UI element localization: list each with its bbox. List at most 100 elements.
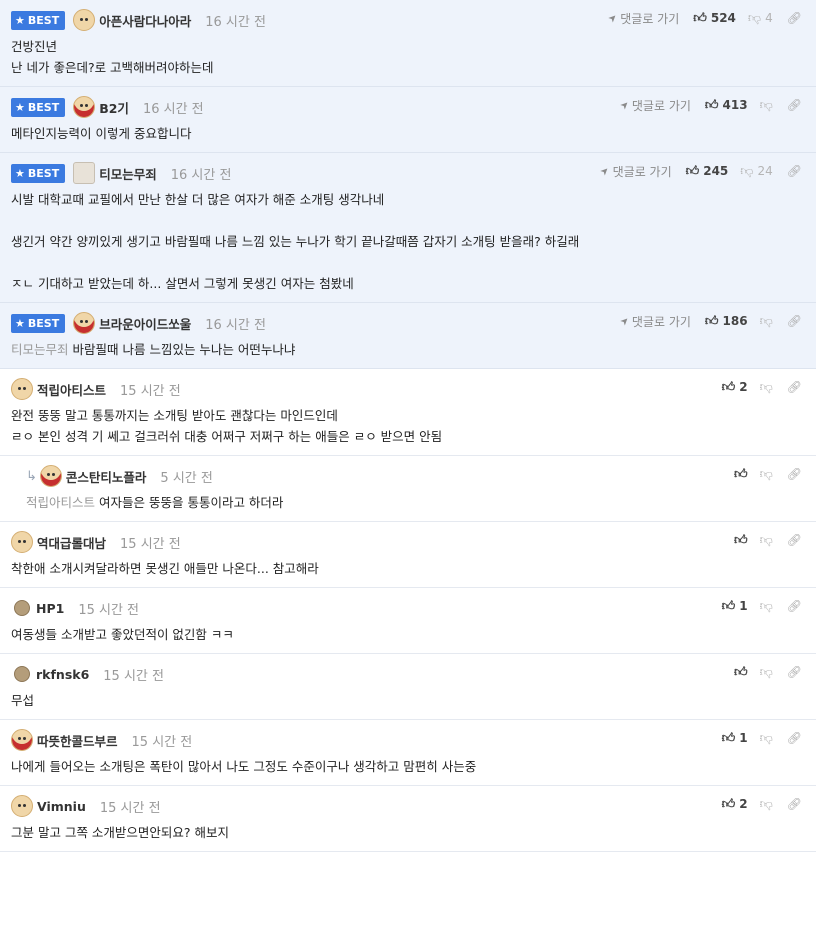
nickname[interactable]: 브라운아이드쏘울 <box>99 314 191 333</box>
comment-item: rkfnsk6 15 시간 전 👍︎ 👎︎ 🔗︎ 무섭 <box>0 654 816 720</box>
nickname[interactable]: B2기 <box>99 98 129 117</box>
avatar[interactable] <box>39 465 62 487</box>
thumbs-down-icon: 👎︎ <box>747 10 762 26</box>
nickname[interactable]: 콘스탄티노플라 <box>66 467 147 486</box>
avatar[interactable] <box>73 162 96 184</box>
comment-line: 착한애 소개시켜달라하면 못생긴 애들만 나온다... 참고해라 <box>11 561 319 576</box>
link-icon[interactable]: 🔗︎ <box>787 380 802 394</box>
comment-actions: 👍︎ 1 👎︎ 🔗︎ <box>722 729 802 747</box>
goto-reply-link[interactable]: ➤ 댓글로 가기 <box>618 97 691 114</box>
thumbs-up-icon: 👍︎ <box>693 10 707 26</box>
downvote-button[interactable]: 👎︎ <box>760 467 773 482</box>
nickname[interactable]: Vimniu <box>37 799 86 814</box>
avatar[interactable] <box>73 96 96 118</box>
nickname[interactable]: 따뜻한콜드부르 <box>37 731 118 750</box>
upvote-button[interactable]: 👍︎ <box>734 467 748 482</box>
comment-item: ★ BEST 아픈사람다나아라 16 시간 전 ➤ 댓글로 가기 👍︎ 524 👎︎ 4 🔗︎ 건방진… <box>0 0 816 87</box>
comment-line: 그분 말고 그쪽 소개받으면안되요? 해보지 <box>11 825 230 840</box>
best-label: BEST <box>27 100 60 114</box>
comment-actions: ➤ 댓글로 가기 👍︎ 413 👎︎ 🔗︎ <box>618 96 802 114</box>
upvote-button[interactable]: 👍︎ 1 <box>722 731 748 746</box>
avatar[interactable] <box>11 729 33 751</box>
comment-header: rkfnsk6 15 시간 전 <box>11 664 804 684</box>
thumbs-down-icon: 👎︎ <box>759 796 773 812</box>
comment-line: 무섭 <box>11 693 35 708</box>
star-icon: ★ <box>15 13 25 27</box>
downvote-button[interactable]: 👎︎ <box>760 599 773 614</box>
avatar[interactable] <box>11 531 33 553</box>
link-icon[interactable]: 🔗︎ <box>787 164 802 178</box>
goto-reply-link[interactable]: ➤ 댓글로 가기 <box>606 10 680 27</box>
upvote-button[interactable]: 👍︎ 245 <box>686 164 729 179</box>
downvote-button[interactable]: 👎︎ <box>760 314 773 329</box>
avatar[interactable] <box>73 312 96 334</box>
thumbs-down-icon: 👎︎ <box>759 379 773 395</box>
timestamp: 16 시간 전 <box>142 101 204 117</box>
upvote-button[interactable]: 👍︎ 2 <box>722 380 748 395</box>
upvote-button[interactable]: 👍︎ 2 <box>722 797 748 812</box>
comment-header: ↳ 콘스탄티노플라 5 시간 전 <box>26 465 804 487</box>
link-icon[interactable]: 🔗︎ <box>787 797 802 811</box>
thumbs-down-icon: 👎︎ <box>759 466 773 482</box>
comment-actions: 👍︎ 2 👎︎ 🔗︎ <box>722 795 802 813</box>
avatar[interactable] <box>11 378 33 400</box>
mention-nickname[interactable]: 티모는무죄 <box>11 342 69 357</box>
mention-nickname[interactable]: 적립아티스트 <box>26 495 95 510</box>
link-icon[interactable]: 🔗︎ <box>787 11 802 25</box>
link-icon[interactable]: 🔗︎ <box>787 467 802 481</box>
downvote-button[interactable]: 👎︎ 4 <box>748 11 773 26</box>
link-icon[interactable]: 🔗︎ <box>787 98 802 112</box>
thumbs-up-icon: 👍︎ <box>721 598 736 614</box>
avatar[interactable] <box>73 9 96 31</box>
comment-header: 따뜻한콜드부르 15 시간 전 <box>11 729 804 751</box>
downvote-button[interactable]: 👎︎ <box>760 533 773 548</box>
comment-actions: ➤ 댓글로 가기 👍︎ 245 👎︎ 24 🔗︎ <box>599 162 802 180</box>
upvote-count: 1 <box>739 599 748 613</box>
nickname[interactable]: HP1 <box>36 601 64 616</box>
avatar[interactable] <box>11 795 33 817</box>
nickname[interactable]: 아픈사람다나아라 <box>99 11 191 30</box>
downvote-button[interactable]: 👎︎ <box>760 98 773 113</box>
comment-item: HP1 15 시간 전 👍︎ 1 👎︎ 🔗︎ 여동생들 소개받고 좋았던적이 없긴함 ㅋㅋ <box>0 588 816 654</box>
best-badge: ★ BEST <box>11 97 66 117</box>
link-icon[interactable]: 🔗︎ <box>787 314 802 328</box>
comment-list: ★ BEST 아픈사람다나아라 16 시간 전 ➤ 댓글로 가기 👍︎ 524 👎︎ 4 🔗︎ 건방진… <box>0 0 816 852</box>
downvote-button[interactable]: 👎︎ <box>760 380 773 395</box>
comment-body: 그분 말고 그쪽 소개받으면안되요? 해보지 <box>11 822 804 843</box>
avatar[interactable] <box>14 666 30 682</box>
goto-reply-link[interactable]: ➤ 댓글로 가기 <box>599 163 672 180</box>
goto-reply-link[interactable]: ➤ 댓글로 가기 <box>618 313 691 330</box>
thumbs-up-icon: 👍︎ <box>704 313 719 329</box>
downvote-button[interactable]: 👎︎ <box>760 797 773 812</box>
comment-header: 적립아티스트 15 시간 전 <box>11 378 804 400</box>
upvote-button[interactable]: 👍︎ 186 <box>705 314 748 329</box>
nickname[interactable]: rkfnsk6 <box>36 667 89 682</box>
downvote-button[interactable]: 👎︎ <box>760 665 773 680</box>
timestamp: 16 시간 전 <box>170 167 232 183</box>
comment-line: 여동생들 소개받고 좋았던적이 없긴함 ㅋㅋ <box>11 627 234 642</box>
goto-reply-label: 댓글로 가기 <box>620 11 680 26</box>
nickname[interactable]: 적립아티스트 <box>37 380 106 399</box>
comment-actions: 👍︎ 2 👎︎ 🔗︎ <box>722 378 802 396</box>
upvote-button[interactable]: 👍︎ 1 <box>722 599 748 614</box>
downvote-button[interactable]: 👎︎ 24 <box>740 164 772 179</box>
comment-actions: 👍︎ 👎︎ 🔗︎ <box>734 531 802 549</box>
link-icon[interactable]: 🔗︎ <box>787 731 802 745</box>
comment-line: 적립아티스트 여자들은 뚱뚱을 통통이라고 하더라 <box>26 495 284 510</box>
upvote-button[interactable]: 👍︎ 524 <box>693 11 736 26</box>
upvote-button[interactable]: 👍︎ <box>734 533 748 548</box>
link-icon[interactable]: 🔗︎ <box>787 665 802 679</box>
upvote-button[interactable]: 👍︎ <box>734 665 748 680</box>
upvote-count: 2 <box>739 797 748 811</box>
downvote-button[interactable]: 👎︎ <box>760 731 773 746</box>
send-icon: ➤ <box>606 11 620 25</box>
downvote-count: 4 <box>765 11 773 25</box>
link-icon[interactable]: 🔗︎ <box>787 533 802 547</box>
nickname[interactable]: 역대급롤대남 <box>37 533 106 552</box>
upvote-button[interactable]: 👍︎ 413 <box>705 98 748 113</box>
upvote-count: 186 <box>722 314 748 328</box>
nickname[interactable]: 티모는무죄 <box>99 164 157 183</box>
link-icon[interactable]: 🔗︎ <box>787 599 802 613</box>
avatar[interactable] <box>14 600 30 616</box>
comment-actions: ➤ 댓글로 가기 👍︎ 186 👎︎ 🔗︎ <box>618 312 802 330</box>
